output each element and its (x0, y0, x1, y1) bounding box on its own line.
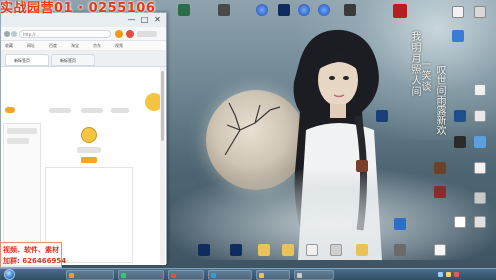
app-icon[interactable] (218, 4, 230, 16)
document-icon[interactable] (454, 216, 466, 228)
network-icon[interactable] (438, 272, 443, 277)
watermark-title: 实战园营01 · 0255106 (0, 1, 156, 16)
document-icon[interactable] (434, 244, 446, 256)
app-icon[interactable] (434, 162, 446, 174)
document-icon[interactable] (452, 6, 464, 18)
back-icon[interactable] (4, 31, 10, 37)
forward-icon[interactable] (11, 31, 17, 37)
extension-icon[interactable] (115, 30, 123, 38)
taskbar-item[interactable] (294, 270, 334, 280)
start-button[interactable] (4, 269, 15, 280)
app-icon[interactable] (256, 4, 268, 16)
avatar-icon (81, 127, 97, 143)
app-icon[interactable] (356, 160, 368, 172)
document-icon[interactable] (474, 162, 486, 174)
watermark-line: 加群: 626466954 (3, 257, 67, 265)
taskbar (0, 268, 496, 280)
app-icon[interactable] (452, 30, 464, 42)
app-icon[interactable] (344, 4, 356, 16)
scroll-thumb[interactable] (161, 71, 164, 141)
app-icon[interactable] (318, 4, 330, 16)
bookmark-item[interactable]: 百度 (49, 43, 57, 49)
wallpaper-seal (393, 4, 407, 18)
app-icon[interactable] (394, 218, 406, 230)
browser-tabstrip: 新标签页 新标签页 (1, 51, 166, 67)
taskbar-item[interactable] (256, 270, 290, 280)
browser-content (1, 67, 166, 265)
document-icon[interactable] (474, 192, 486, 204)
app-icon[interactable] (434, 186, 446, 198)
browser-tab[interactable]: 新标签页 (51, 54, 95, 66)
browser-window[interactable]: — □ ✕ http://... 收藏 网址 百度 淘宝 京东 视频 新标签页 … (0, 12, 167, 265)
toolbar-menu[interactable] (137, 31, 157, 37)
app-icon[interactable] (394, 244, 406, 256)
url-input[interactable]: http://... (19, 30, 111, 38)
orange-bar (1, 107, 163, 114)
ps-icon[interactable] (278, 4, 290, 16)
watermark-box: 视频、软件、素材 加群: 626466954 (0, 242, 66, 268)
taskbar-item[interactable] (208, 270, 252, 280)
volume-icon[interactable] (446, 272, 451, 277)
taskbar-item[interactable] (118, 270, 164, 280)
bookmark-item[interactable]: 京东 (93, 43, 101, 49)
file-icon[interactable] (474, 110, 486, 122)
app-tray-icon[interactable] (454, 272, 459, 277)
app-icon[interactable] (298, 4, 310, 16)
document-icon[interactable] (474, 6, 486, 18)
scrollbar[interactable] (160, 67, 165, 264)
taskbar-item[interactable] (168, 270, 204, 280)
ps-icon[interactable] (230, 244, 242, 256)
document-icon[interactable] (306, 244, 318, 256)
extension-icon[interactable] (126, 30, 134, 38)
bookmark-item[interactable]: 淘宝 (71, 43, 79, 49)
browser-tab[interactable]: 新标签页 (5, 54, 49, 66)
ps-icon[interactable] (198, 244, 210, 256)
watermark-line: 视频、软件、素材 (3, 246, 59, 254)
taskbar-item[interactable] (66, 270, 114, 280)
app-icon[interactable] (454, 110, 466, 122)
bookmarks-bar: 收藏 网址 百度 淘宝 京东 视频 (1, 41, 166, 51)
file-icon[interactable] (474, 84, 486, 96)
bookmark-item[interactable]: 收藏 (5, 43, 13, 49)
document-icon[interactable] (330, 244, 342, 256)
app-icon[interactable] (454, 136, 466, 148)
desktop: 我明月照人间 一笑谈 叹世间雨露新欢 — □ ✕ http://... 收藏 网… (0, 0, 496, 280)
bookmark-item[interactable]: 网址 (27, 43, 35, 49)
action-button[interactable] (81, 157, 97, 163)
browser-addressbar: http://... (1, 27, 166, 41)
ps-icon[interactable] (376, 110, 388, 122)
folder-icon[interactable] (258, 244, 270, 256)
wallpaper-calligraphy-right: 叹世间雨露新欢 (434, 65, 445, 135)
app-icon[interactable] (178, 4, 190, 16)
app-icon[interactable] (474, 136, 486, 148)
system-tray (436, 269, 496, 280)
document-icon[interactable] (474, 216, 486, 228)
bookmark-item[interactable]: 视频 (115, 43, 123, 49)
folder-icon[interactable] (282, 244, 294, 256)
folder-icon[interactable] (356, 244, 368, 256)
